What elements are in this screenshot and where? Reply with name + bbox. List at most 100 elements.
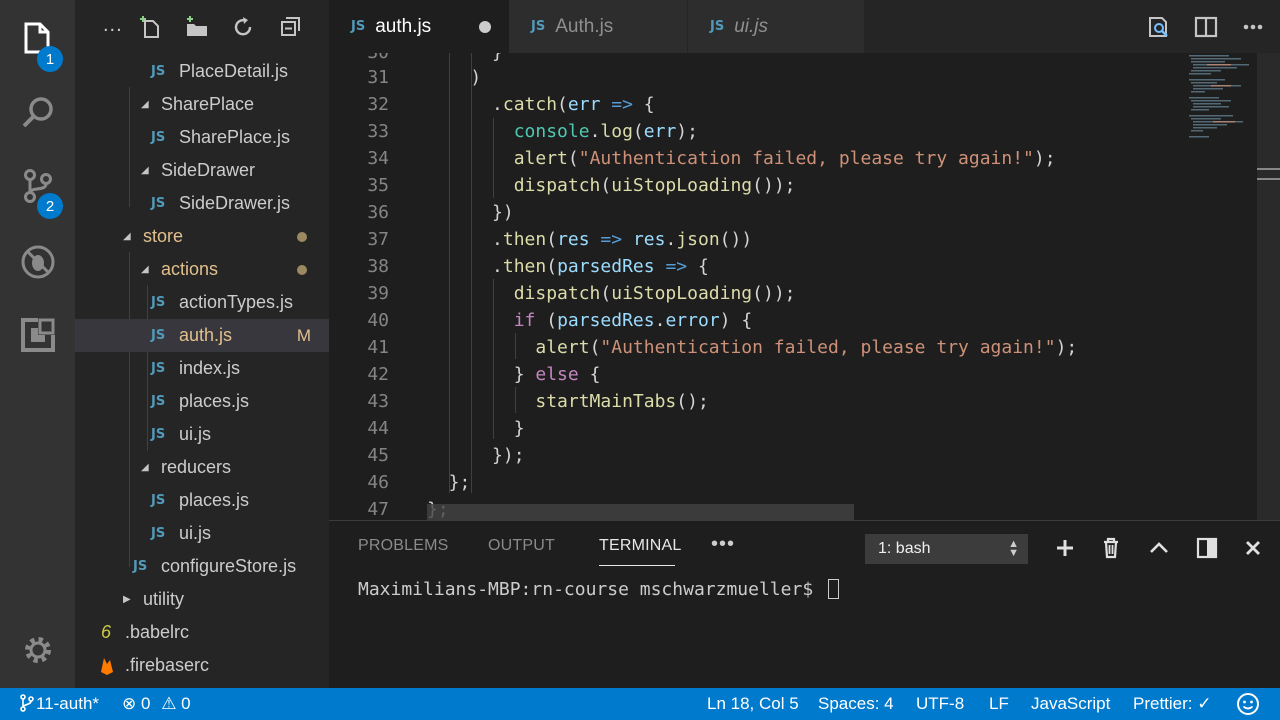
refresh-icon[interactable] [231,15,255,39]
toggle-panel-icon[interactable] [1195,536,1219,560]
indentation-status[interactable]: Spaces: 4 [818,694,894,714]
cursor-position-status[interactable]: Ln 18, Col 5 [707,694,799,714]
debug-button[interactable] [0,232,75,292]
line-number: 43 [367,391,389,412]
js-file-icon: JS [151,427,166,442]
code-text: } [427,418,525,439]
js-file-icon: JS [351,19,366,34]
tab-output[interactable]: OUTPUT [488,537,555,555]
close-icon[interactable] [1241,536,1265,560]
tree-item-actions-ui-js[interactable]: JS ui.js [75,418,329,451]
tree-item-babelrc[interactable]: 6 .babelrc [75,616,329,649]
trash-icon[interactable] [1099,536,1123,560]
terminal-select-value: 1: bash [878,540,931,557]
new-folder-icon[interactable] [185,15,209,39]
unsaved-dot-icon[interactable] [479,20,491,33]
split-editor-icon[interactable] [1193,14,1219,40]
tab-auth-js-store[interactable]: JS auth.js [329,0,509,53]
warning-count: 0 [181,694,191,713]
more-actions-button[interactable]: ... [103,14,123,37]
line-number: 31 [367,67,389,88]
tab-problems[interactable]: PROBLEMS [358,537,449,555]
prettier-status[interactable]: Prettier: ✓ [1133,694,1211,714]
terminal-cursor [828,579,839,599]
tree-item-label: ui.js [179,424,212,444]
code-line: 38 .then(parsedRes => { [329,253,1280,280]
tree-item-label: store [143,226,184,246]
line-number: 47 [367,499,389,520]
code-line: 31 ) [329,64,1280,91]
tab-auth-js-screen[interactable]: JS Auth.js [509,0,687,53]
problems-status[interactable]: ⊗ 0 ⚠ 0 [122,694,191,714]
terminal-select[interactable]: 1: bash ▲ ▼ [865,534,1028,564]
tree-item-label: .firebaserc [125,655,210,675]
line-number: 34 [367,148,389,169]
add-terminal-icon[interactable] [1053,536,1077,560]
line-number: 46 [367,472,389,493]
tree-item-configurestore-js[interactable]: JS configureStore.js [75,550,329,583]
chevron-right-icon: ▶ [123,594,131,605]
collapse-all-icon[interactable] [279,15,303,39]
settings-button[interactable] [0,620,75,680]
tree-item-label: ui.js [179,523,212,543]
tree-item-actiontypes-js[interactable]: JS actionTypes.js [75,286,329,319]
open-changes-icon[interactable] [1146,14,1172,40]
tree-item-shareplace-js[interactable]: JS SharePlace.js [75,121,329,154]
search-button[interactable] [0,83,75,143]
minimap[interactable] [1187,53,1267,520]
horizontal-scrollbar[interactable] [427,504,854,520]
tree-item-placedetail-js[interactable]: JS PlaceDetail.js [75,55,329,88]
js-file-icon: JS [151,64,166,79]
tree-item-actions-folder[interactable]: ◢ actions [75,253,329,286]
tab-terminal[interactable]: TERMINAL [599,537,682,555]
editor-tab-bar: JS auth.js JS Auth.js JS ui.js [329,0,1280,53]
tree-item-sidedrawer-folder[interactable]: ◢ SideDrawer [75,154,329,187]
extensions-button[interactable] [0,305,75,365]
tree-item-reducers-places-js[interactable]: JS places.js [75,484,329,517]
eol-status[interactable]: LF [989,694,1009,714]
tree-item-utility-folder[interactable]: ▶ utility [75,583,329,616]
tab-ui-js[interactable]: JS ui.js [688,0,864,53]
active-tab-indicator [599,565,675,566]
code-text: alert("Authentication failed, please try… [513,148,1056,169]
chevron-up-icon[interactable] [1147,536,1171,560]
tree-item-label: SideDrawer [161,160,256,180]
error-count: 0 [140,694,151,713]
line-number: 35 [367,175,389,196]
tree-item-index-js[interactable]: JS index.js [75,352,329,385]
explorer-sidebar: ... JS PlaceDetail.js ◢ SharePlace JS Sh… [75,0,329,688]
tree-item-reducers-ui-js[interactable]: JS ui.js [75,517,329,550]
code-text: }; [427,472,471,493]
terminal-prompt-line[interactable]: Maximilians-MBP:rn-course mschwarzmuelle… [358,579,839,600]
tree-item-sidedrawer-js[interactable]: JS SideDrawer.js [75,187,329,220]
activity-bar: 1 2 [0,0,75,688]
js-file-icon: JS [151,196,166,211]
encoding-status[interactable]: UTF-8 [916,694,964,714]
code-text: console.log(err); [513,121,698,142]
code-editor[interactable]: 30 } 31 ) 32 .catch(err => { 33 console.… [329,53,1280,520]
js-file-icon: JS [151,526,166,541]
tree-item-reducers-folder[interactable]: ◢ reducers [75,451,329,484]
tree-item-actions-places-js[interactable]: JS places.js [75,385,329,418]
feedback-smiley-icon[interactable] [1236,692,1260,716]
tree-item-firebaserc[interactable]: .firebaserc [75,649,329,682]
language-status[interactable]: JavaScript [1031,694,1110,714]
js-file-icon: JS [710,19,725,34]
git-branch-status[interactable]: 11-auth* [20,694,99,714]
scrollbar-thumb[interactable] [1257,168,1280,180]
panel-more-button[interactable]: ••• [711,533,735,556]
tree-item-label: actionTypes.js [179,292,294,312]
explorer-button[interactable]: 1 [0,8,75,72]
more-actions-icon[interactable] [1240,14,1266,40]
tree-item-shareplace-folder[interactable]: ◢ SharePlace [75,88,329,121]
error-icon: ⊗ [122,694,137,713]
code-text: .then(res => res.json()) [427,229,753,250]
tree-item-auth-js[interactable]: JS auth.js M [75,319,329,352]
source-control-button[interactable]: 2 [0,155,75,219]
select-caret-icon: ▲ ▼ [1008,538,1019,559]
vertical-scrollbar[interactable] [1257,53,1280,520]
gear-icon [24,637,51,663]
tree-item-store-folder[interactable]: ◢ store [75,220,329,253]
new-file-icon[interactable] [139,15,163,39]
tree-item-label: index.js [179,358,241,378]
